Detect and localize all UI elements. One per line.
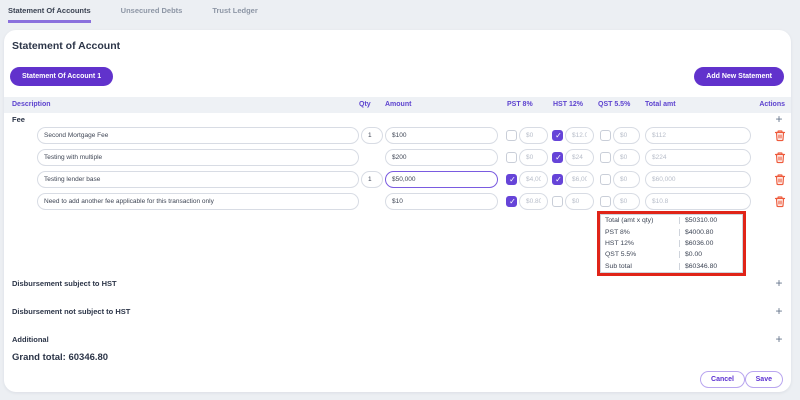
- hst-checkbox[interactable]: [552, 196, 563, 207]
- hst-amount-input[interactable]: [565, 193, 594, 210]
- pst-amount-input[interactable]: [519, 171, 548, 188]
- hst-amount-input[interactable]: [565, 127, 594, 144]
- header-actions: Actions: [759, 101, 785, 108]
- amount-input[interactable]: [385, 171, 498, 188]
- hst-checkbox[interactable]: [552, 152, 563, 163]
- summary-row: QST 5.5% $0.00: [601, 249, 742, 260]
- tab-unsecured-debts[interactable]: Unsecured Debts: [121, 6, 183, 23]
- description-input[interactable]: [37, 193, 359, 210]
- description-input[interactable]: [37, 149, 359, 166]
- qst-checkbox[interactable]: [600, 152, 611, 163]
- pst-amount-input[interactable]: [519, 127, 548, 144]
- description-input[interactable]: [37, 127, 359, 144]
- fee-group-label: Fee: [12, 115, 25, 124]
- summary-label: Sub total: [601, 263, 679, 270]
- section-disbursement-not-subject-to-hst: Disbursement not subject to HST +: [4, 305, 791, 319]
- add-fee-row-icon[interactable]: +: [773, 114, 785, 126]
- header-description: Description: [12, 101, 51, 108]
- summary-row: HST 12% $6036.00: [601, 238, 742, 249]
- cancel-button[interactable]: Cancel: [700, 371, 745, 388]
- header-qty: Qty: [359, 101, 371, 108]
- summary-value: $4000.80: [679, 229, 742, 236]
- delete-row-trash-icon[interactable]: [774, 129, 786, 142]
- header-hst: HST 12%: [553, 101, 583, 108]
- section-label: Additional: [12, 335, 49, 344]
- qty-input[interactable]: [361, 171, 383, 188]
- tab-bar: Statement Of Accounts Unsecured Debts Tr…: [0, 0, 800, 30]
- header-amount: Amount: [385, 101, 411, 108]
- page-title: Statement of Account: [12, 40, 120, 52]
- add-new-statement-button[interactable]: Add New Statement: [694, 67, 784, 86]
- summary-value: $60346.80: [679, 263, 742, 270]
- header-pst: PST 8%: [507, 101, 533, 108]
- tab-trust-ledger[interactable]: Trust Ledger: [212, 6, 257, 23]
- amount-input[interactable]: [385, 149, 498, 166]
- summary-label: HST 12%: [601, 240, 679, 247]
- add-disbursement-hst-icon[interactable]: +: [773, 278, 785, 290]
- section-label: Disbursement subject to HST: [12, 279, 117, 288]
- pst-amount-input[interactable]: [519, 193, 548, 210]
- statement-of-account-1-button[interactable]: Statement Of Account 1: [10, 67, 113, 86]
- summary-value: $6036.00: [679, 240, 742, 247]
- delete-row-trash-icon[interactable]: [774, 151, 786, 164]
- tax-summary-highlight-box: Total (amt x qty) $50310.00 PST 8% $4000…: [597, 211, 746, 276]
- summary-value: $0.00: [679, 251, 742, 258]
- add-additional-icon[interactable]: +: [773, 334, 785, 346]
- summary-label: QST 5.5%: [601, 251, 679, 258]
- save-button[interactable]: Save: [745, 371, 783, 388]
- hst-checkbox[interactable]: [552, 174, 563, 185]
- qst-amount-input[interactable]: [613, 149, 640, 166]
- amount-input[interactable]: [385, 127, 498, 144]
- qst-checkbox[interactable]: [600, 174, 611, 185]
- add-disbursement-no-hst-icon[interactable]: +: [773, 306, 785, 318]
- section-additional: Additional +: [4, 333, 791, 347]
- hst-amount-input[interactable]: [565, 149, 594, 166]
- qst-amount-input[interactable]: [613, 171, 640, 188]
- section-disbursement-subject-to-hst: Disbursement subject to HST +: [4, 277, 791, 291]
- total-amt-input[interactable]: [645, 149, 751, 166]
- delete-row-trash-icon[interactable]: [774, 195, 786, 208]
- summary-row: Total (amt x qty) $50310.00: [601, 215, 742, 226]
- pst-amount-input[interactable]: [519, 149, 548, 166]
- qst-amount-input[interactable]: [613, 127, 640, 144]
- grand-total: Grand total: 60346.80: [12, 352, 108, 363]
- pst-checkbox[interactable]: [506, 174, 517, 185]
- fee-row: [4, 171, 791, 188]
- total-amt-input[interactable]: [645, 171, 751, 188]
- qst-checkbox[interactable]: [600, 130, 611, 141]
- total-amt-input[interactable]: [645, 193, 751, 210]
- header-qst: QST 5.5%: [598, 101, 630, 108]
- hst-checkbox[interactable]: [552, 130, 563, 141]
- amount-input[interactable]: [385, 193, 498, 210]
- qst-checkbox[interactable]: [600, 196, 611, 207]
- header-total-amt: Total amt: [645, 101, 676, 108]
- total-amt-input[interactable]: [645, 127, 751, 144]
- section-label: Disbursement not subject to HST: [12, 307, 130, 316]
- tab-statement-of-accounts[interactable]: Statement Of Accounts: [8, 6, 91, 23]
- fee-row: [4, 127, 791, 144]
- qty-input[interactable]: [361, 127, 383, 144]
- delete-row-trash-icon[interactable]: [774, 173, 786, 186]
- summary-row: Sub total $60346.80: [601, 261, 742, 272]
- statement-card: Statement of Account Statement Of Accoun…: [4, 30, 791, 392]
- summary-value: $50310.00: [679, 217, 742, 224]
- summary-label: Total (amt x qty): [601, 217, 679, 224]
- pst-checkbox[interactable]: [506, 130, 517, 141]
- pst-checkbox[interactable]: [506, 152, 517, 163]
- fee-row: [4, 193, 791, 210]
- description-input[interactable]: [37, 171, 359, 188]
- pst-checkbox[interactable]: [506, 196, 517, 207]
- tax-summary-table: Total (amt x qty) $50310.00 PST 8% $4000…: [600, 214, 743, 273]
- summary-row: PST 8% $4000.80: [601, 226, 742, 237]
- hst-amount-input[interactable]: [565, 171, 594, 188]
- table-header-row: Description Qty Amount PST 8% HST 12% QS…: [4, 97, 791, 113]
- summary-label: PST 8%: [601, 229, 679, 236]
- fee-row: [4, 149, 791, 166]
- qst-amount-input[interactable]: [613, 193, 640, 210]
